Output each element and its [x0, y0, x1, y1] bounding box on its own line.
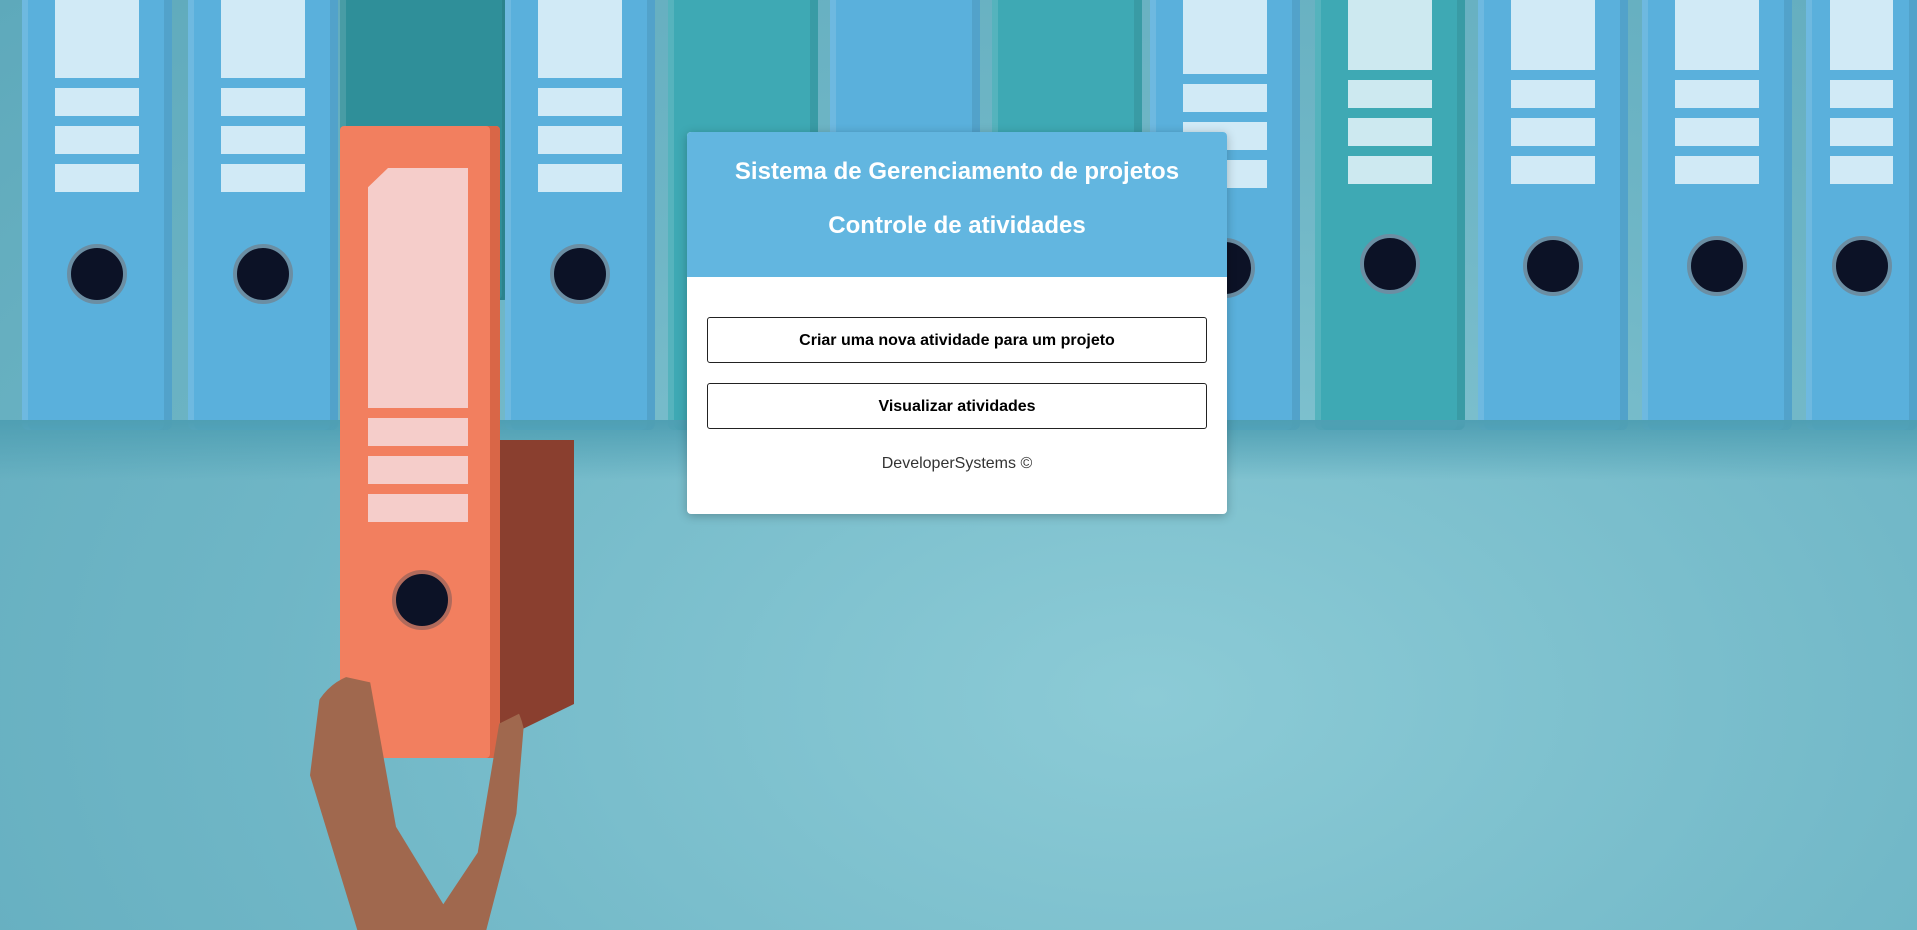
binder — [1806, 0, 1917, 430]
binder — [1642, 0, 1792, 430]
page-subtitle: Controle de atividades — [828, 212, 1086, 239]
binder — [22, 0, 172, 430]
orange-binder — [340, 126, 500, 758]
binder — [188, 0, 338, 430]
menu-dialog: Sistema de Gerenciamento de projetos Con… — [687, 132, 1227, 514]
binder — [1315, 0, 1465, 430]
dialog-body: Criar uma nova atividade para um projeto… — [687, 277, 1227, 473]
orange-binder-side — [500, 440, 574, 740]
dialog-header: Sistema de Gerenciamento de projetos Con… — [687, 132, 1227, 277]
view-activities-button[interactable]: Visualizar atividades — [707, 383, 1207, 429]
footer-copyright: DeveloperSystems © — [881, 455, 1033, 472]
binder — [505, 0, 655, 430]
page-title: Sistema de Gerenciamento de projetos — [734, 158, 1180, 185]
create-activity-button[interactable]: Criar uma nova atividade para um projeto — [707, 317, 1207, 363]
binder — [1478, 0, 1628, 430]
